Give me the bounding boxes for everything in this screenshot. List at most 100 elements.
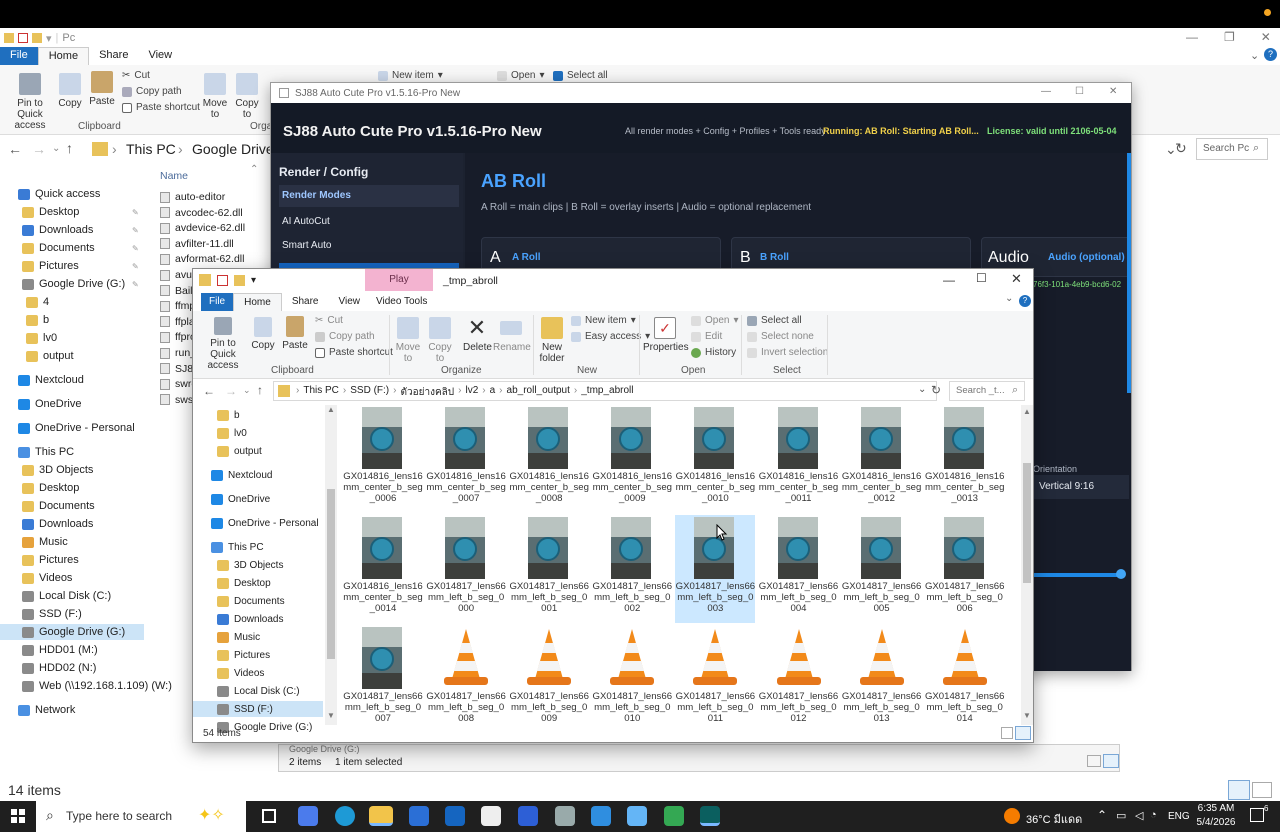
- file-row[interactable]: ffpro: [160, 331, 196, 343]
- minimize-button[interactable]: —: [1186, 30, 1198, 44]
- breadcrumb-segment[interactable]: lv2: [465, 385, 478, 400]
- file-tile[interactable]: GX014817_lens66mm_left_b_seg_0014: [925, 625, 1005, 725]
- breadcrumb-segment[interactable]: a: [490, 385, 496, 400]
- new-folder-icon[interactable]: [234, 274, 245, 286]
- new-item-button[interactable]: New item ▾: [571, 315, 636, 326]
- language-indicator[interactable]: ENG: [1168, 811, 1190, 822]
- nav-item[interactable]: Pictures: [0, 552, 144, 568]
- file-tile[interactable]: GX014816_lens16mm_center_b_seg_0014: [343, 515, 423, 623]
- file-tile[interactable]: GX014817_lens66mm_left_b_seg_0010: [592, 625, 672, 725]
- taskbar-app-generic[interactable]: [555, 806, 575, 826]
- tab-share[interactable]: Share: [282, 293, 329, 311]
- file-tile[interactable]: GX014817_lens66mm_left_b_seg_0013: [842, 625, 922, 725]
- tab-share[interactable]: Share: [89, 47, 138, 65]
- nav-item[interactable]: 4: [0, 294, 144, 310]
- close-button[interactable]: ✕: [1261, 30, 1271, 44]
- maximize-button[interactable]: ❐: [1224, 30, 1235, 44]
- cut-button[interactable]: ✂ Cut: [122, 70, 150, 81]
- grid-scrollbar[interactable]: ▲ ▼: [1021, 405, 1033, 725]
- file-row[interactable]: auto-editor: [160, 191, 225, 203]
- nav-item[interactable]: Desktop: [0, 480, 144, 496]
- tree-item[interactable]: output: [193, 443, 323, 459]
- nav-item[interactable]: OneDrive: [0, 396, 144, 412]
- pin-quick-access-button[interactable]: Pin to Quick access: [4, 73, 56, 131]
- new-item-button[interactable]: New item ▾: [378, 70, 443, 81]
- select-all-button[interactable]: Select all: [747, 315, 802, 326]
- file-tile[interactable]: GX014816_lens16mm_center_b_seg_0007: [426, 405, 506, 513]
- sidebar-item-ai-autocut[interactable]: AI AutoCut: [282, 216, 330, 227]
- nav-item[interactable]: Documents: [0, 498, 144, 514]
- up-arrow-icon[interactable]: ↑: [66, 140, 73, 156]
- scroll-down-icon[interactable]: ▼: [1023, 711, 1031, 720]
- delete-button[interactable]: ✕ Delete: [463, 317, 492, 354]
- tree-item[interactable]: 3D Objects: [193, 557, 323, 573]
- taskbar-app-google-drive[interactable]: [664, 806, 684, 826]
- file-tile[interactable]: GX014817_lens66mm_left_b_seg_0011: [675, 625, 755, 725]
- file-row[interactable]: avfilter-11.dll: [160, 238, 234, 250]
- breadcrumb-segment[interactable]: This PC: [303, 385, 339, 400]
- file-row[interactable]: avdevice-62.dll: [160, 222, 245, 234]
- up-arrow-icon[interactable]: ↑: [257, 383, 263, 397]
- tree-item[interactable]: OneDrive: [193, 491, 323, 507]
- file-tile[interactable]: GX014817_lens66mm_left_b_seg_0009: [509, 625, 589, 725]
- maximize-button[interactable]: ☐: [976, 271, 987, 285]
- sidebar-item-smart-auto[interactable]: Smart Auto: [282, 240, 331, 251]
- nav-item[interactable]: HDD02 (N:): [0, 660, 144, 676]
- breadcrumb-segment[interactable]: SSD (F:): [350, 385, 389, 400]
- breadcrumb-segment[interactable]: _tmp_abroll: [581, 385, 633, 400]
- move-to-button[interactable]: Move to: [202, 73, 228, 120]
- file-tile[interactable]: GX014817_lens66mm_left_b_seg_0001: [509, 515, 589, 623]
- nav-item[interactable]: This PC: [0, 444, 144, 460]
- properties-icon[interactable]: [18, 33, 28, 43]
- tree-item[interactable]: Local Disk (C:): [193, 683, 323, 699]
- column-header-name[interactable]: Name: [160, 170, 188, 182]
- refresh-icon[interactable]: ↻: [1175, 140, 1187, 157]
- taskbar-search[interactable]: ⌕ Type here to search ✦✧: [36, 801, 246, 832]
- properties-button[interactable]: ✓ Properties: [643, 317, 689, 353]
- sidebar-item-render-modes[interactable]: Render Modes: [279, 185, 459, 207]
- file-row[interactable]: avcodec-62.dll: [160, 207, 243, 219]
- copy-to-button[interactable]: Copy to: [234, 73, 260, 120]
- large-icons-view-icon[interactable]: [1103, 754, 1119, 768]
- tab-home[interactable]: Home: [37, 47, 90, 65]
- taskbar-app-edge[interactable]: [335, 806, 355, 826]
- back-arrow-icon[interactable]: ←: [203, 384, 215, 398]
- file-tile[interactable]: GX014817_lens66mm_left_b_seg_0000: [426, 515, 506, 623]
- network-icon[interactable]: ▭: [1116, 809, 1126, 822]
- large-icons-view-icon[interactable]: [1015, 726, 1031, 740]
- minimize-button[interactable]: —: [1041, 86, 1051, 97]
- app-scrollbar[interactable]: [1127, 153, 1131, 393]
- taskbar-app-store[interactable]: [409, 806, 429, 826]
- close-button[interactable]: ✕: [1011, 271, 1022, 287]
- taskbar-app-vpn[interactable]: [518, 806, 538, 826]
- tree-item[interactable]: OneDrive - Personal: [193, 515, 323, 531]
- tab-view[interactable]: View: [138, 47, 182, 65]
- nav-item[interactable]: Downloads: [0, 516, 144, 532]
- breadcrumb-segment[interactable]: ab_roll_output: [507, 385, 570, 400]
- pin-quick-access-button[interactable]: Pin to Quick access: [197, 317, 249, 371]
- scroll-down-icon[interactable]: ▼: [327, 711, 335, 720]
- move-to-button[interactable]: Move to: [395, 317, 421, 364]
- weather-text[interactable]: 36°C มีแดด: [1026, 810, 1082, 828]
- file-tile[interactable]: GX014816_lens16mm_center_b_seg_0009: [592, 405, 672, 513]
- scroll-thumb[interactable]: [1023, 463, 1031, 583]
- file-row[interactable]: avformat-62.dll: [160, 253, 244, 265]
- scroll-thumb[interactable]: [327, 489, 335, 659]
- nav-scrollbar[interactable]: ▲ ▼: [325, 405, 337, 725]
- nav-item[interactable]: HDD01 (M:): [0, 642, 144, 658]
- nav-item[interactable]: Network: [0, 702, 144, 718]
- edit-button[interactable]: Edit: [691, 331, 722, 342]
- breadcrumb-google-drive[interactable]: Google Drive: [192, 141, 274, 157]
- tree-item[interactable]: SSD (F:): [193, 701, 323, 717]
- slider-handle[interactable]: [1116, 569, 1126, 579]
- file-tile[interactable]: GX014816_lens16mm_center_b_seg_0011: [759, 405, 839, 513]
- tree-item[interactable]: Nextcloud: [193, 467, 323, 483]
- close-button[interactable]: ✕: [1109, 86, 1117, 97]
- notification-icon[interactable]: [1250, 808, 1264, 822]
- file-tile[interactable]: GX014817_lens66mm_left_b_seg_0004: [759, 515, 839, 623]
- chevron-down-icon[interactable]: ⌄: [918, 384, 926, 395]
- nav-item[interactable]: Google Drive (G:) ✎: [0, 276, 144, 292]
- new-folder-icon[interactable]: [32, 33, 42, 43]
- taskbar-app-file-explorer[interactable]: [369, 806, 393, 826]
- large-icons-view-icon[interactable]: [1252, 782, 1272, 798]
